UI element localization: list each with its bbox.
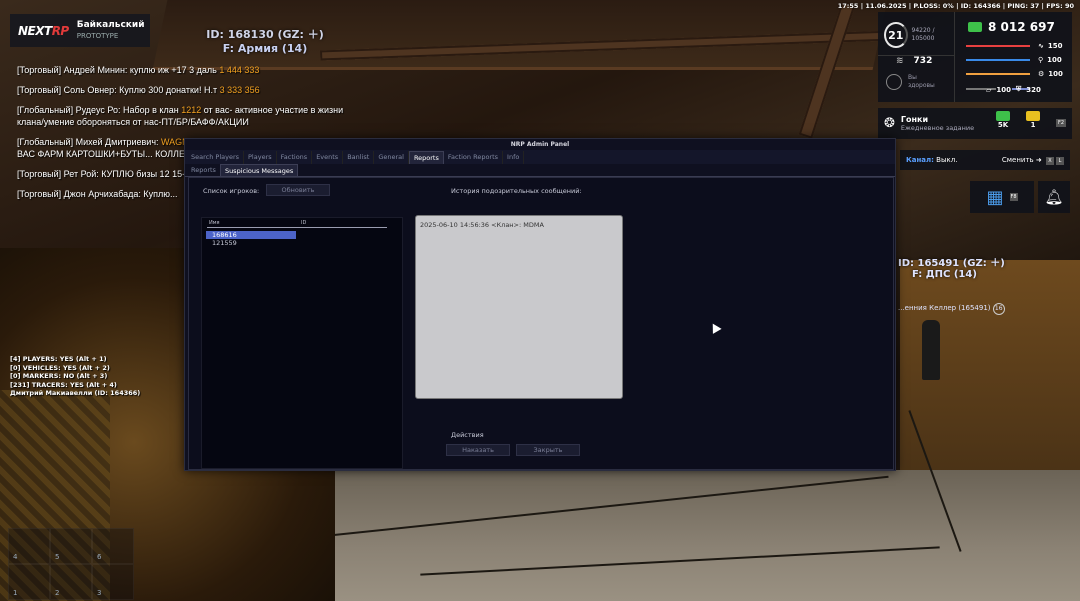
hunger-bar [966,73,1030,75]
floor [300,470,1080,601]
suspicious-messages-content: Список игроков: Обновить История подозри… [188,177,894,470]
col-name: Имя [209,220,220,226]
cash-icon [996,111,1010,121]
car-armor: ▱ 100 ⛨ 320 [986,85,1041,94]
heart-icon [886,74,902,90]
notifications-button[interactable]: 🔔︎ [1038,181,1070,213]
history-label: История подозрительных сообщений: [451,187,582,195]
thirst-bar [966,59,1030,61]
panel-tabs: Search Players Players Factions Events B… [185,150,895,164]
player-model [922,320,940,380]
drop-icon: ⚲ [1038,56,1044,64]
level-indicator: 21 94220 / 105000 [884,18,954,52]
calendar-key: F8 [1009,193,1018,201]
inventory-slot[interactable]: 4 [8,528,50,564]
tab-players[interactable]: Players [244,151,277,164]
subtab-reports[interactable]: Reports [187,164,220,176]
debug-overlay: [4] PLAYERS: YES (Alt + 1) [0] VEHICLES:… [10,355,141,397]
self-nametag: ID: 168130 (GZ: ＋) F: Армия (14) [206,28,324,55]
admin-panel-window: NRP Admin Panel Search Players Players F… [184,138,896,471]
player-stats-panel: 21 94220 / 105000 8 012 697 ≋ 732 Вы здор… [878,12,1072,102]
health-status: Вы здоровы [886,74,935,90]
history-message: 2025-06-10 14:56:36 <Клан>: MDMA [420,221,544,229]
players-list[interactable]: Имя ID 168616 121559 [201,217,403,469]
level-ring: 21 [884,22,908,48]
channel-switch[interactable]: Сменить ➜ XL [1002,156,1064,165]
panel-title: NRP Admin Panel [510,141,570,148]
tab-banlist[interactable]: Banlist [343,151,375,164]
task-title: Гонки [900,115,929,124]
reward-ticket: 1 [1026,111,1040,129]
shield-icon: ⛨ [1016,85,1022,93]
tab-search-players[interactable]: Search Players [187,151,245,164]
list-item[interactable]: 121559 [206,239,296,247]
inventory-slot[interactable]: 6 [92,528,134,564]
server-sub: PROTOTYPE [76,31,119,40]
task-key: F2 [1056,119,1066,127]
hunger-value: ⚙ 100 [1038,70,1063,78]
inventory-slots: 4 5 6 1 2 3 [8,528,134,600]
brand-logo: NEXTRP [18,23,69,38]
calendar-button[interactable]: ▦ F8 [970,181,1034,213]
thirst-value: ⚲ 100 [1038,56,1062,64]
channel-panel: Канал: Выкл. Сменить ➜ XL [900,150,1070,170]
server-name: Байкальский [76,19,145,30]
other-player-name: ...енния Келлер (165491) 16 [898,303,1005,315]
inventory-slot[interactable]: 2 [50,564,92,600]
reward-money: 5K [996,111,1010,129]
panel-subtabs: Reports Suspicious Messages [185,164,895,177]
other-player-tag: ID: 165491 (GZ: ＋) F: ДПС (14) [898,258,1005,280]
close-button[interactable]: Закрыть [516,444,580,456]
col-id: ID [301,220,307,226]
chat-message: [Торговый] Соль Овнер: Куплю 300 донатки… [17,85,260,95]
chat-message: [Глобальный] Рудеус Ро: Набор в клан 121… [17,105,344,127]
inventory-slot[interactable]: 5 [50,528,92,564]
tab-events[interactable]: Events [312,151,344,164]
tab-reports[interactable]: Reports [408,151,444,164]
pulse-icon: ∿ [1038,42,1044,50]
money-display: 8 012 697 [968,20,1055,34]
ticket-icon [1026,111,1040,121]
health-bar [966,45,1030,47]
tab-factions[interactable]: Factions [277,151,313,164]
status-bar: 17:55 | 11.06.2025 | P.LOSS: 0% | ID: 16… [837,2,1074,10]
food-icon: ⚙ [1038,70,1045,78]
actions-label: Действия [451,431,484,439]
inventory-slot[interactable]: 3 [92,564,134,600]
players-list-label: Список игроков: [203,187,260,195]
list-header: Имя ID [207,220,387,228]
task-icon: ❂ [884,116,895,131]
wings-icon: ≋ [896,56,904,66]
history-box[interactable]: 2025-06-10 14:56:36 <Клан>: MDMA [415,215,623,399]
rating: ≋ 732 [896,56,933,66]
tab-general[interactable]: General [374,151,409,164]
car-icon: ▱ [986,85,992,94]
punish-button[interactable]: Наказать [446,444,510,456]
daily-task[interactable]: ❂ Гонки Ежедневное задание 5K 1 F2 [878,108,1072,139]
refresh-button[interactable]: Обновить [266,184,330,196]
calendar-icon: ▦ [986,186,1004,208]
tab-faction-reports[interactable]: Faction Reports [444,151,504,164]
server-logo: NEXTRP Байкальский PROTOTYPE [10,14,150,47]
cash-icon [968,22,982,32]
subtab-suspicious-messages[interactable]: Suspicious Messages [219,164,299,176]
xp-text: 94220 / 105000 [911,27,935,42]
tab-info[interactable]: Info [503,151,525,164]
task-subtitle: Ежедневное задание [900,124,975,132]
channel-value: Выкл. [936,156,958,164]
list-item[interactable]: 168616 [206,231,296,239]
health-value: ∿ 150 [1038,42,1063,50]
chat-message: [Торговый] Андрей Минин: куплю иж +17 3 … [17,65,260,75]
channel-label: Канал: [906,156,934,164]
inventory-slot[interactable]: 1 [8,564,50,600]
bell-icon: 🔔︎ [1044,188,1064,206]
